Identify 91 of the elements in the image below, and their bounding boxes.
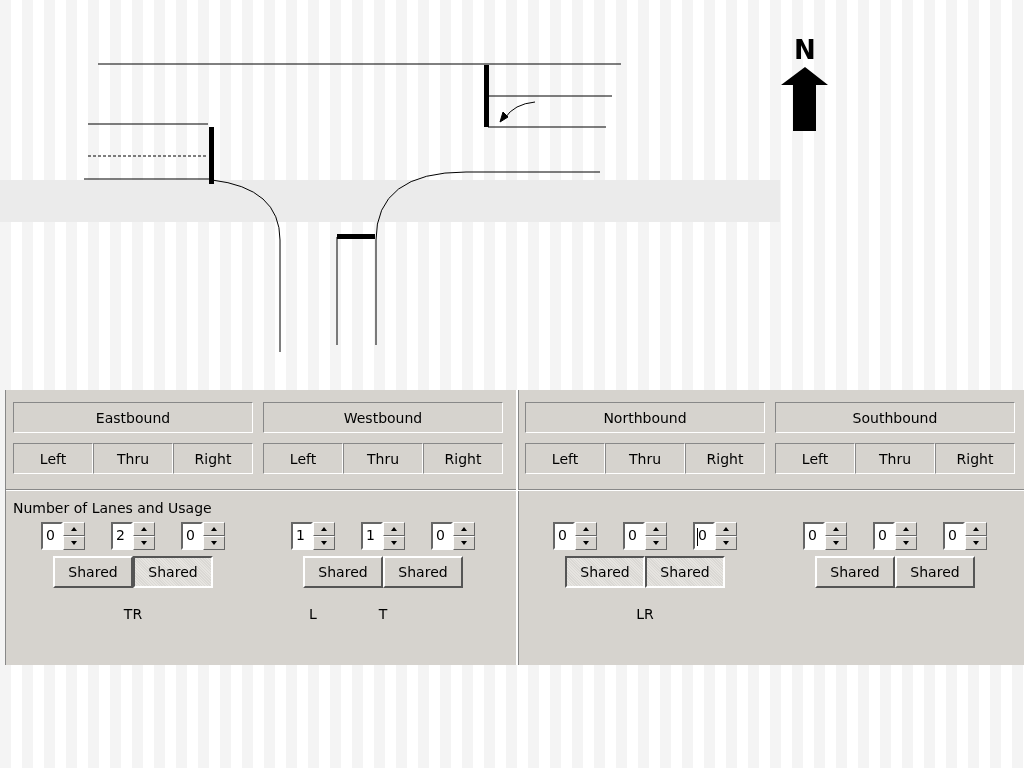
north-arrow-icon — [781, 67, 828, 131]
north-label: N — [794, 35, 816, 65]
spin-down-button[interactable] — [715, 536, 737, 550]
down-triangle-icon — [583, 541, 589, 545]
number-field[interactable]: 0 — [873, 522, 895, 550]
up-triangle-icon — [583, 527, 589, 531]
shared-toggle-button[interactable]: Shared — [383, 556, 463, 588]
spin-up-button[interactable] — [825, 522, 847, 536]
lane-usage-text: LR — [636, 606, 654, 624]
spin-up-button[interactable] — [313, 522, 335, 536]
movement-header: Left — [525, 443, 605, 474]
down-triangle-icon — [211, 541, 217, 545]
number-field[interactable]: 0 — [553, 522, 575, 550]
shared-toggle-button[interactable]: Shared — [895, 556, 975, 588]
movement-header: Thru — [93, 443, 173, 474]
number-field[interactable]: 0 — [803, 522, 825, 550]
movement-header: Left — [775, 443, 855, 474]
up-triangle-icon — [653, 527, 659, 531]
shared-toggle-button[interactable]: Shared — [303, 556, 383, 588]
spin-up-button[interactable] — [645, 522, 667, 536]
down-triangle-icon — [461, 541, 467, 545]
shared-toggle-button[interactable]: Shared — [133, 556, 213, 588]
spin-up-button[interactable] — [715, 522, 737, 536]
movement-header: Right — [173, 443, 253, 474]
movement-header: Right — [935, 443, 1015, 474]
spin-down-button[interactable] — [453, 536, 475, 550]
spin-down-button[interactable] — [313, 536, 335, 550]
up-triangle-icon — [391, 527, 397, 531]
spin-down-button[interactable] — [965, 536, 987, 550]
up-triangle-icon — [903, 527, 909, 531]
number-field[interactable]: 1 — [361, 522, 383, 550]
movement-header: Thru — [343, 443, 423, 474]
spin-up-button[interactable] — [453, 522, 475, 536]
up-triangle-icon — [141, 527, 147, 531]
spin-up-button[interactable] — [575, 522, 597, 536]
approach-header: Southbound — [775, 402, 1015, 433]
lane-usage-text: T — [378, 606, 388, 624]
down-triangle-icon — [723, 541, 729, 545]
lane-usage-text: TR — [123, 606, 143, 624]
spin-down-button[interactable] — [63, 536, 85, 550]
section-label: Number of Lanes and Usage — [13, 500, 213, 518]
lane-usage-text: L — [309, 606, 317, 624]
movement-header: Right — [685, 443, 765, 474]
approach-header: Northbound — [525, 402, 765, 433]
up-triangle-icon — [211, 527, 217, 531]
down-triangle-icon — [653, 541, 659, 545]
up-triangle-icon — [461, 527, 467, 531]
spin-down-button[interactable] — [895, 536, 917, 550]
spin-down-button[interactable] — [825, 536, 847, 550]
approach-header: Eastbound — [13, 402, 253, 433]
spin-up-button[interactable] — [203, 522, 225, 536]
down-triangle-icon — [321, 541, 327, 545]
spin-down-button[interactable] — [383, 536, 405, 550]
spin-down-button[interactable] — [203, 536, 225, 550]
down-triangle-icon — [833, 541, 839, 545]
number-field[interactable]: 0 — [623, 522, 645, 550]
spin-down-button[interactable] — [575, 536, 597, 550]
number-field[interactable]: 0 — [41, 522, 63, 550]
number-field[interactable]: 0 — [943, 522, 965, 550]
spin-down-button[interactable] — [645, 536, 667, 550]
spin-down-button[interactable] — [133, 536, 155, 550]
down-triangle-icon — [71, 541, 77, 545]
down-triangle-icon — [903, 541, 909, 545]
up-triangle-icon — [723, 527, 729, 531]
movement-header: Left — [13, 443, 93, 474]
up-triangle-icon — [833, 527, 839, 531]
movement-header: Left — [263, 443, 343, 474]
shared-toggle-button[interactable]: Shared — [645, 556, 725, 588]
spin-up-button[interactable] — [383, 522, 405, 536]
spin-up-button[interactable] — [895, 522, 917, 536]
shared-toggle-button[interactable]: Shared — [815, 556, 895, 588]
number-field[interactable]: 0 — [693, 522, 715, 550]
approach-header: Westbound — [263, 402, 503, 433]
spin-up-button[interactable] — [133, 522, 155, 536]
number-field[interactable]: 1 — [291, 522, 313, 550]
movement-header: Right — [423, 443, 503, 474]
up-triangle-icon — [321, 527, 327, 531]
shared-toggle-button[interactable]: Shared — [565, 556, 645, 588]
number-field[interactable]: 2 — [111, 522, 133, 550]
movement-header: Thru — [855, 443, 935, 474]
down-triangle-icon — [141, 541, 147, 545]
down-triangle-icon — [973, 541, 979, 545]
spin-up-button[interactable] — [965, 522, 987, 536]
up-triangle-icon — [71, 527, 77, 531]
movement-header: Thru — [605, 443, 685, 474]
down-triangle-icon — [391, 541, 397, 545]
up-triangle-icon — [973, 527, 979, 531]
number-field[interactable]: 0 — [431, 522, 453, 550]
number-field[interactable]: 0 — [181, 522, 203, 550]
spin-up-button[interactable] — [63, 522, 85, 536]
shared-toggle-button[interactable]: Shared — [53, 556, 133, 588]
